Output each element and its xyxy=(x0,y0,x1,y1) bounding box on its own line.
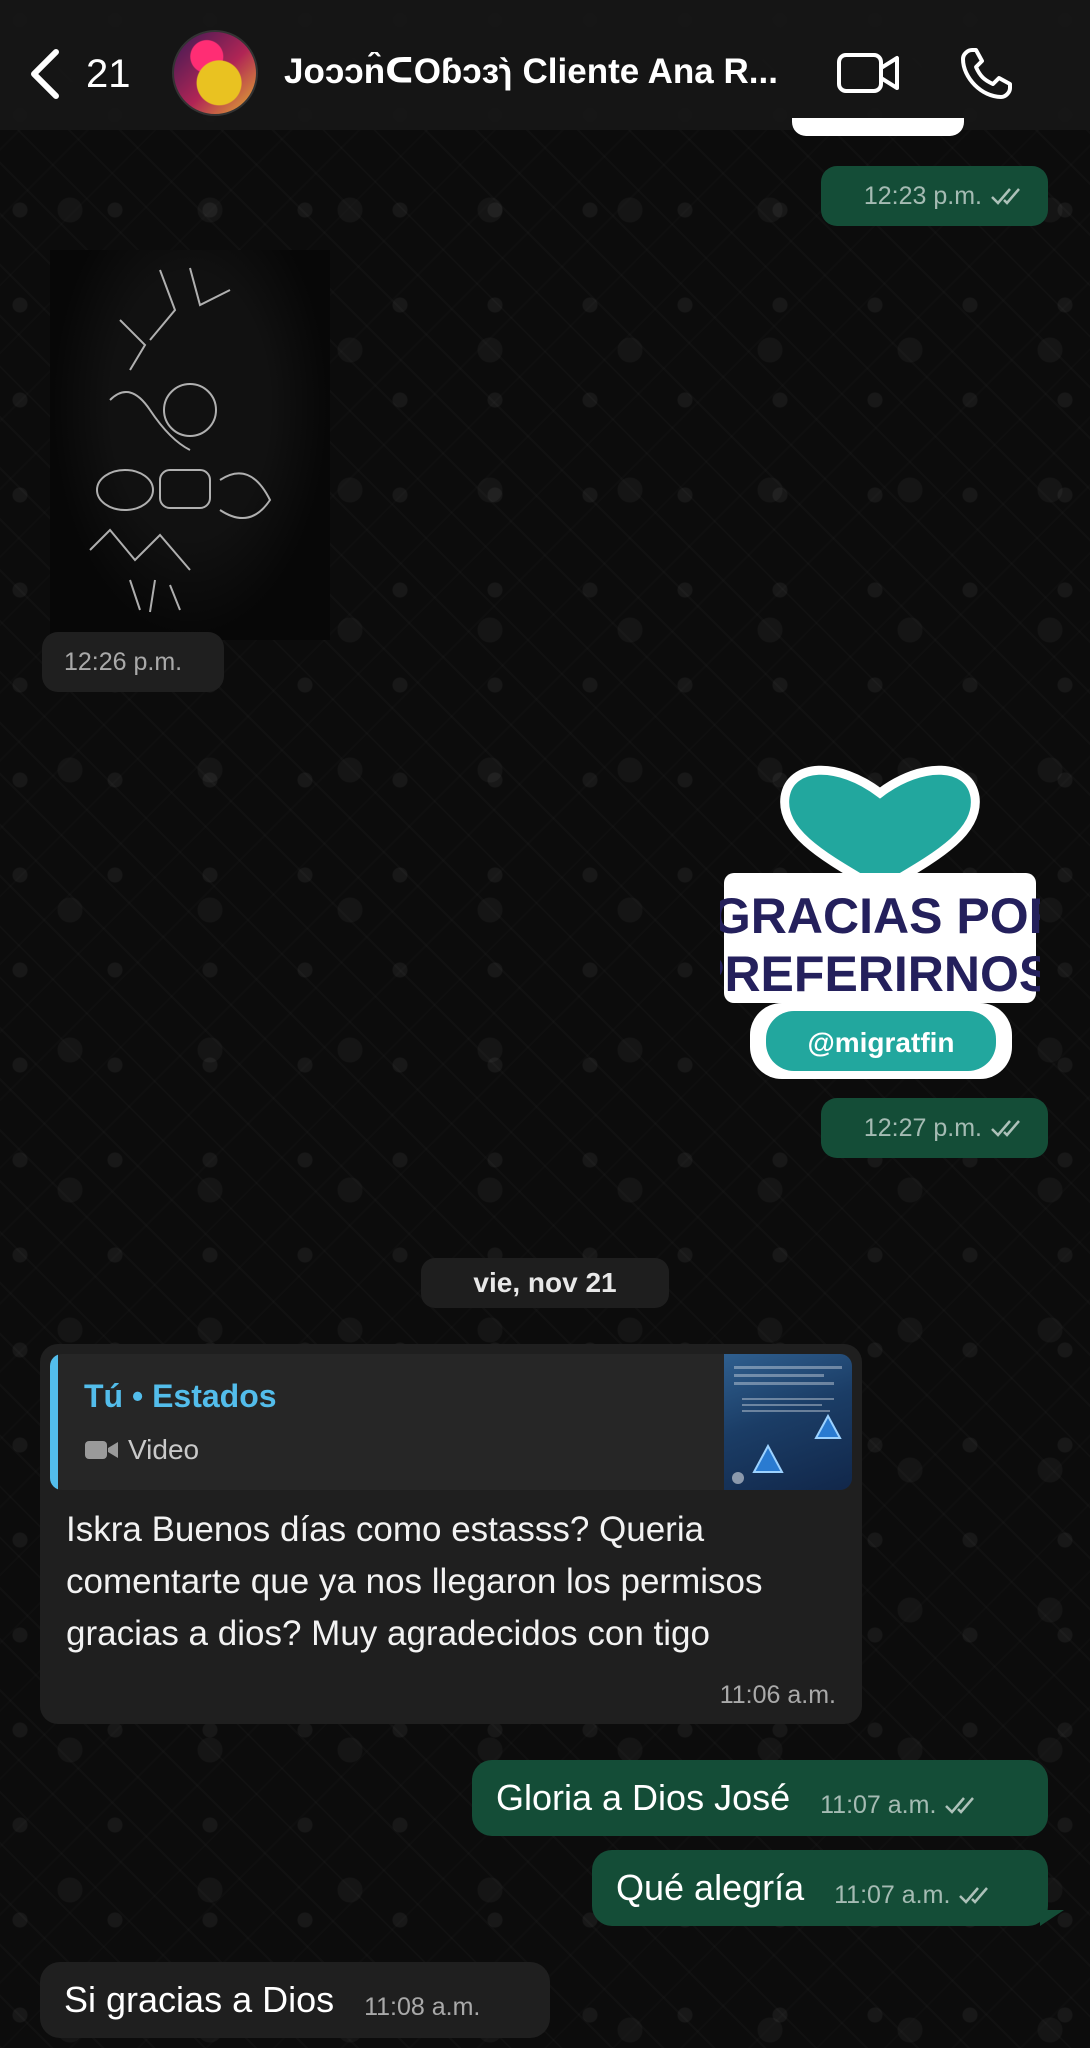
read-receipt-icon xyxy=(945,1797,975,1814)
incoming-media-timestamp: 12:26 p.m. xyxy=(42,632,224,692)
clipped-message-edge xyxy=(792,118,964,136)
chat-header: 21 Joɔɔn̂ᑕOɓɔɜɿ̀ Cliente Ana R... xyxy=(0,0,1090,130)
read-receipt-icon xyxy=(991,1120,1020,1137)
video-camera-icon xyxy=(85,1441,118,1459)
incoming-image[interactable] xyxy=(50,250,330,640)
avatar[interactable] xyxy=(172,30,258,116)
phone-call-icon[interactable] xyxy=(958,46,1014,102)
message-time: 11:07 a.m. xyxy=(834,1880,951,1909)
quote-type: Video xyxy=(128,1434,200,1465)
message-text: Gloria a Dios José xyxy=(496,1777,791,1818)
gracias-sticker[interactable]: ¡GRACIAS POR PREFERIRNOS! @migratfin xyxy=(720,755,1040,1085)
message-time: 12:26 p.m. xyxy=(64,647,183,676)
quoted-status[interactable]: Tú • Estados Video xyxy=(50,1354,852,1490)
quote-title: Tú • Estados xyxy=(84,1378,277,1414)
date-separator: vie, nov 21 xyxy=(421,1258,669,1308)
message-text: Iskra Buenos días como estasss? Queria c… xyxy=(66,1510,763,1653)
sticker-line1: ¡GRACIAS POR xyxy=(720,888,1040,944)
unread-count[interactable]: 21 xyxy=(86,52,131,97)
incoming-reply-message[interactable]: Tú • Estados Video Iskra Buenos días com… xyxy=(40,1344,862,1724)
sticker-timestamp: 12:27 p.m. xyxy=(821,1098,1048,1158)
video-call-icon[interactable] xyxy=(836,50,900,96)
outgoing-message[interactable]: Qué alegría 11:07 a.m. xyxy=(592,1850,1048,1926)
outgoing-media-timestamp: 12:23 p.m. xyxy=(821,166,1048,226)
back-chevron-icon[interactable] xyxy=(26,48,66,100)
quote-subtitle: Video xyxy=(84,1434,199,1466)
message-time: 11:08 a.m. xyxy=(364,1992,481,2021)
sticker-handle: @migratfin xyxy=(807,1027,954,1058)
read-receipt-icon xyxy=(959,1887,989,1904)
status-thumbnail xyxy=(724,1354,852,1490)
quote-accent-bar xyxy=(50,1354,58,1490)
contact-name[interactable]: Joɔɔn̂ᑕOɓɔɜɿ̀ Cliente Ana R... xyxy=(284,52,804,92)
incoming-message[interactable]: Si gracias a Dios 11:08 a.m. xyxy=(40,1962,550,2038)
sketch-image xyxy=(89,267,272,613)
message-text: Qué alegría xyxy=(616,1867,805,1908)
message-time: 12:27 p.m. xyxy=(863,1113,982,1142)
read-receipt-icon xyxy=(991,188,1020,205)
message-time: 11:07 a.m. xyxy=(820,1790,937,1819)
message-time: 12:23 p.m. xyxy=(863,181,982,210)
message-text: Si gracias a Dios xyxy=(64,1979,335,2020)
bubble-tail xyxy=(1040,1910,1064,1926)
sticker-line2: PREFERIRNOS! xyxy=(720,946,1040,1002)
message-time: 11:06 a.m. xyxy=(719,1681,836,1709)
status-thumbnail-art xyxy=(732,1366,842,1484)
outgoing-message[interactable]: Gloria a Dios José 11:07 a.m. xyxy=(472,1760,1048,1836)
